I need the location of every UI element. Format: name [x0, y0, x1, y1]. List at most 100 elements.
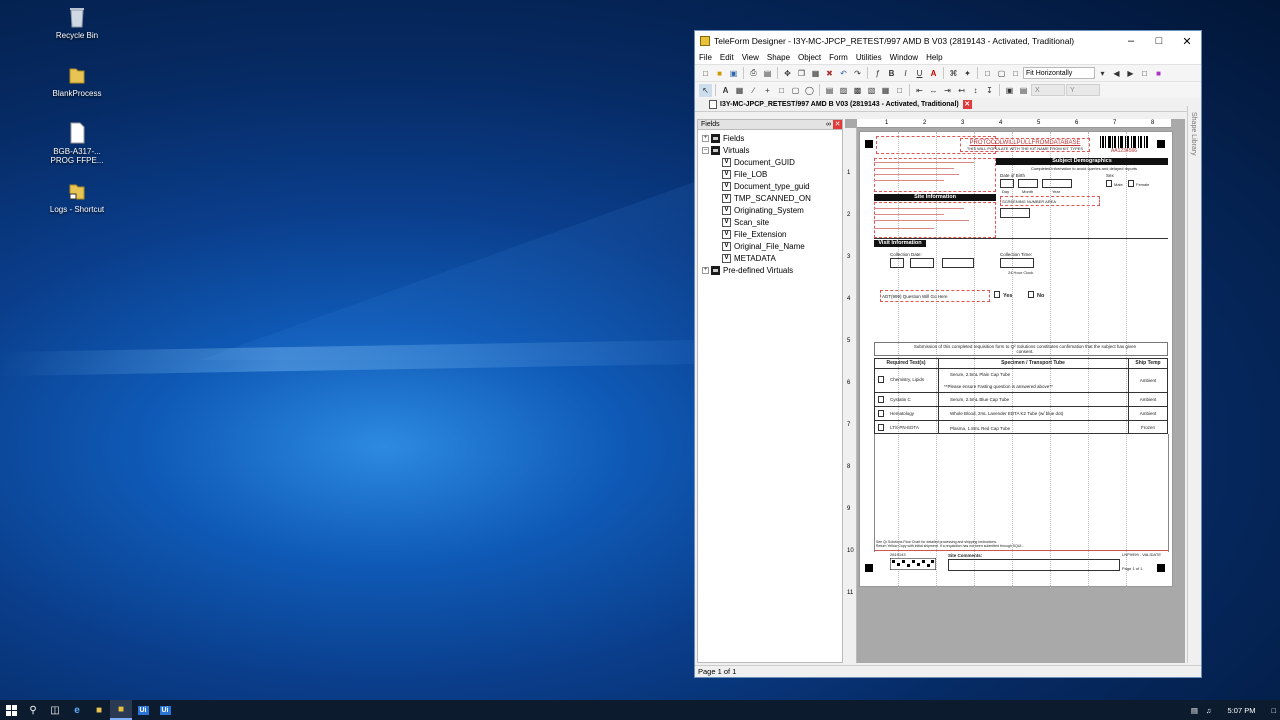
ui-app-icon[interactable]: Ui: [132, 700, 154, 720]
test-checkbox[interactable]: [878, 376, 884, 383]
menu-edit[interactable]: Edit: [716, 53, 738, 62]
task-view-icon[interactable]: ◫: [44, 700, 66, 720]
copy-icon[interactable]: ❐: [795, 67, 808, 80]
tree-item[interactable]: V METADATA: [702, 252, 842, 264]
y-coordinate[interactable]: Y: [1066, 84, 1100, 96]
image-zone-icon[interactable]: ▩: [851, 84, 864, 97]
open-icon[interactable]: ■: [713, 67, 726, 80]
ungroup-icon[interactable]: ▤: [1017, 84, 1030, 97]
sig-tool-icon[interactable]: □: [893, 84, 906, 97]
menu-form[interactable]: Form: [825, 53, 852, 62]
align-bottom-icon[interactable]: ↧: [983, 84, 996, 97]
maximize-button[interactable]: □: [1145, 35, 1173, 47]
ellipse-tool-icon[interactable]: ◯: [803, 84, 816, 97]
menu-view[interactable]: View: [738, 53, 763, 62]
tree-item[interactable]: + Pre-defined Virtuals: [702, 264, 842, 276]
save-icon[interactable]: ▣: [727, 67, 740, 80]
menu-utilities[interactable]: Utilities: [852, 53, 886, 62]
clock[interactable]: 5:07 PM: [1216, 706, 1268, 715]
rect-tool-icon[interactable]: □: [775, 84, 788, 97]
test-checkbox[interactable]: [878, 410, 884, 417]
redo-icon[interactable]: ↷: [851, 67, 864, 80]
tree-item[interactable]: V Scan_site: [702, 216, 842, 228]
recycle-bin-icon[interactable]: Recycle Bin: [44, 6, 110, 40]
minimize-button[interactable]: –: [1117, 35, 1145, 47]
x-coordinate[interactable]: X: [1031, 84, 1065, 96]
align-middle-icon[interactable]: ↕: [969, 84, 982, 97]
zoom-select[interactable]: Fit Horizontally: [1023, 67, 1095, 79]
tree-item[interactable]: V Originating_System: [702, 204, 842, 216]
preview-icon[interactable]: ▤: [761, 67, 774, 80]
site-comments-field[interactable]: [948, 559, 1120, 571]
ui-app-2-icon[interactable]: Ui: [154, 700, 176, 720]
screening-boxes[interactable]: [1000, 208, 1030, 218]
bgb-document[interactable]: BGB-A317-... PROG FFPE...: [44, 122, 110, 165]
tree-item[interactable]: V File_LOB: [702, 168, 842, 180]
tree-item[interactable]: V TMP_SCANNED_ON: [702, 192, 842, 204]
yes-checkbox[interactable]: [994, 291, 1000, 298]
line-tool-icon[interactable]: ∕: [747, 84, 760, 97]
no-checkbox[interactable]: [1028, 291, 1034, 298]
menu-file[interactable]: File: [695, 53, 716, 62]
bold-icon[interactable]: B: [885, 67, 898, 80]
choice-tool-icon[interactable]: ▨: [837, 84, 850, 97]
field-tool-icon[interactable]: ▤: [823, 84, 836, 97]
align-right-icon[interactable]: ⇥: [941, 84, 954, 97]
underline-icon[interactable]: U: [913, 67, 926, 80]
collection-month[interactable]: [910, 258, 934, 268]
page-view2-icon[interactable]: ▢: [995, 67, 1008, 80]
move-icon[interactable]: ✥: [781, 67, 794, 80]
menu-help[interactable]: Help: [922, 53, 946, 62]
male-checkbox[interactable]: [1106, 180, 1112, 187]
cut-icon[interactable]: ✖: [823, 67, 836, 80]
shape-library-tab[interactable]: Shape Library: [1187, 106, 1201, 663]
page-view3-icon[interactable]: □: [1009, 67, 1022, 80]
document-tab[interactable]: I3Y-MC-JPCP_RETEST/997 AMD B V03 (281914…: [695, 98, 1201, 112]
wand-icon[interactable]: ✦: [961, 67, 974, 80]
file-explorer-icon[interactable]: ■: [88, 700, 110, 720]
tree-item[interactable]: – Virtuals: [702, 144, 842, 156]
prev-page-icon[interactable]: ◀: [1110, 67, 1123, 80]
tree-item[interactable]: V Document_type_guid: [702, 180, 842, 192]
tree-item[interactable]: V File_Extension: [702, 228, 842, 240]
design-canvas[interactable]: 12 34 56 78 12 34 56 78 9 10 11 PROTOCOLW…: [845, 119, 1185, 663]
test-checkbox[interactable]: [878, 424, 884, 431]
paste-icon[interactable]: ▦: [809, 67, 822, 80]
logs-shortcut[interactable]: Logs - Shortcut: [44, 180, 110, 214]
close-button[interactable]: ✕: [1173, 35, 1201, 48]
title-bar[interactable]: TeleForm Designer - I3Y-MC-JPCP_RETEST/9…: [695, 31, 1201, 51]
table-tool-icon[interactable]: ▦: [879, 84, 892, 97]
teleform-taskbar-icon[interactable]: ■: [110, 700, 132, 720]
collection-day[interactable]: [890, 258, 904, 268]
new-icon[interactable]: □: [699, 67, 712, 80]
search-icon[interactable]: ⚲: [22, 700, 44, 720]
snap-icon[interactable]: ⌘: [947, 67, 960, 80]
volume-icon[interactable]: ♫: [1202, 706, 1216, 715]
menu-window[interactable]: Window: [886, 53, 922, 62]
text-tool-icon[interactable]: A: [719, 84, 732, 97]
collection-year[interactable]: [942, 258, 974, 268]
italic-icon[interactable]: I: [899, 67, 912, 80]
test-checkbox[interactable]: [878, 396, 884, 403]
font-color-icon[interactable]: A: [927, 67, 940, 80]
blankprocess-folder[interactable]: BlankProcess: [44, 64, 110, 98]
start-button[interactable]: [0, 700, 22, 720]
page-icon[interactable]: □: [1138, 67, 1151, 80]
undo-icon[interactable]: ↶: [837, 67, 850, 80]
tree-item[interactable]: V Document_GUID: [702, 156, 842, 168]
group-icon[interactable]: ▣: [1003, 84, 1016, 97]
next-page-icon[interactable]: ▶: [1124, 67, 1137, 80]
dob-day[interactable]: [1000, 179, 1014, 188]
align-left-icon[interactable]: ⇤: [913, 84, 926, 97]
menu-object[interactable]: Object: [794, 53, 825, 62]
cross-tool-icon[interactable]: +: [761, 84, 774, 97]
roundrect-tool-icon[interactable]: ▢: [789, 84, 802, 97]
close-doc-icon[interactable]: ✕: [962, 100, 972, 109]
notifications-icon[interactable]: □: [1267, 706, 1280, 715]
barcode-tool-icon[interactable]: ▧: [865, 84, 878, 97]
edge-icon[interactable]: e: [66, 700, 88, 720]
align-center-icon[interactable]: ↔: [927, 84, 940, 97]
page-view-icon[interactable]: □: [981, 67, 994, 80]
zoom-dropdown-icon[interactable]: ▾: [1096, 67, 1109, 80]
dob-month[interactable]: [1018, 179, 1038, 188]
